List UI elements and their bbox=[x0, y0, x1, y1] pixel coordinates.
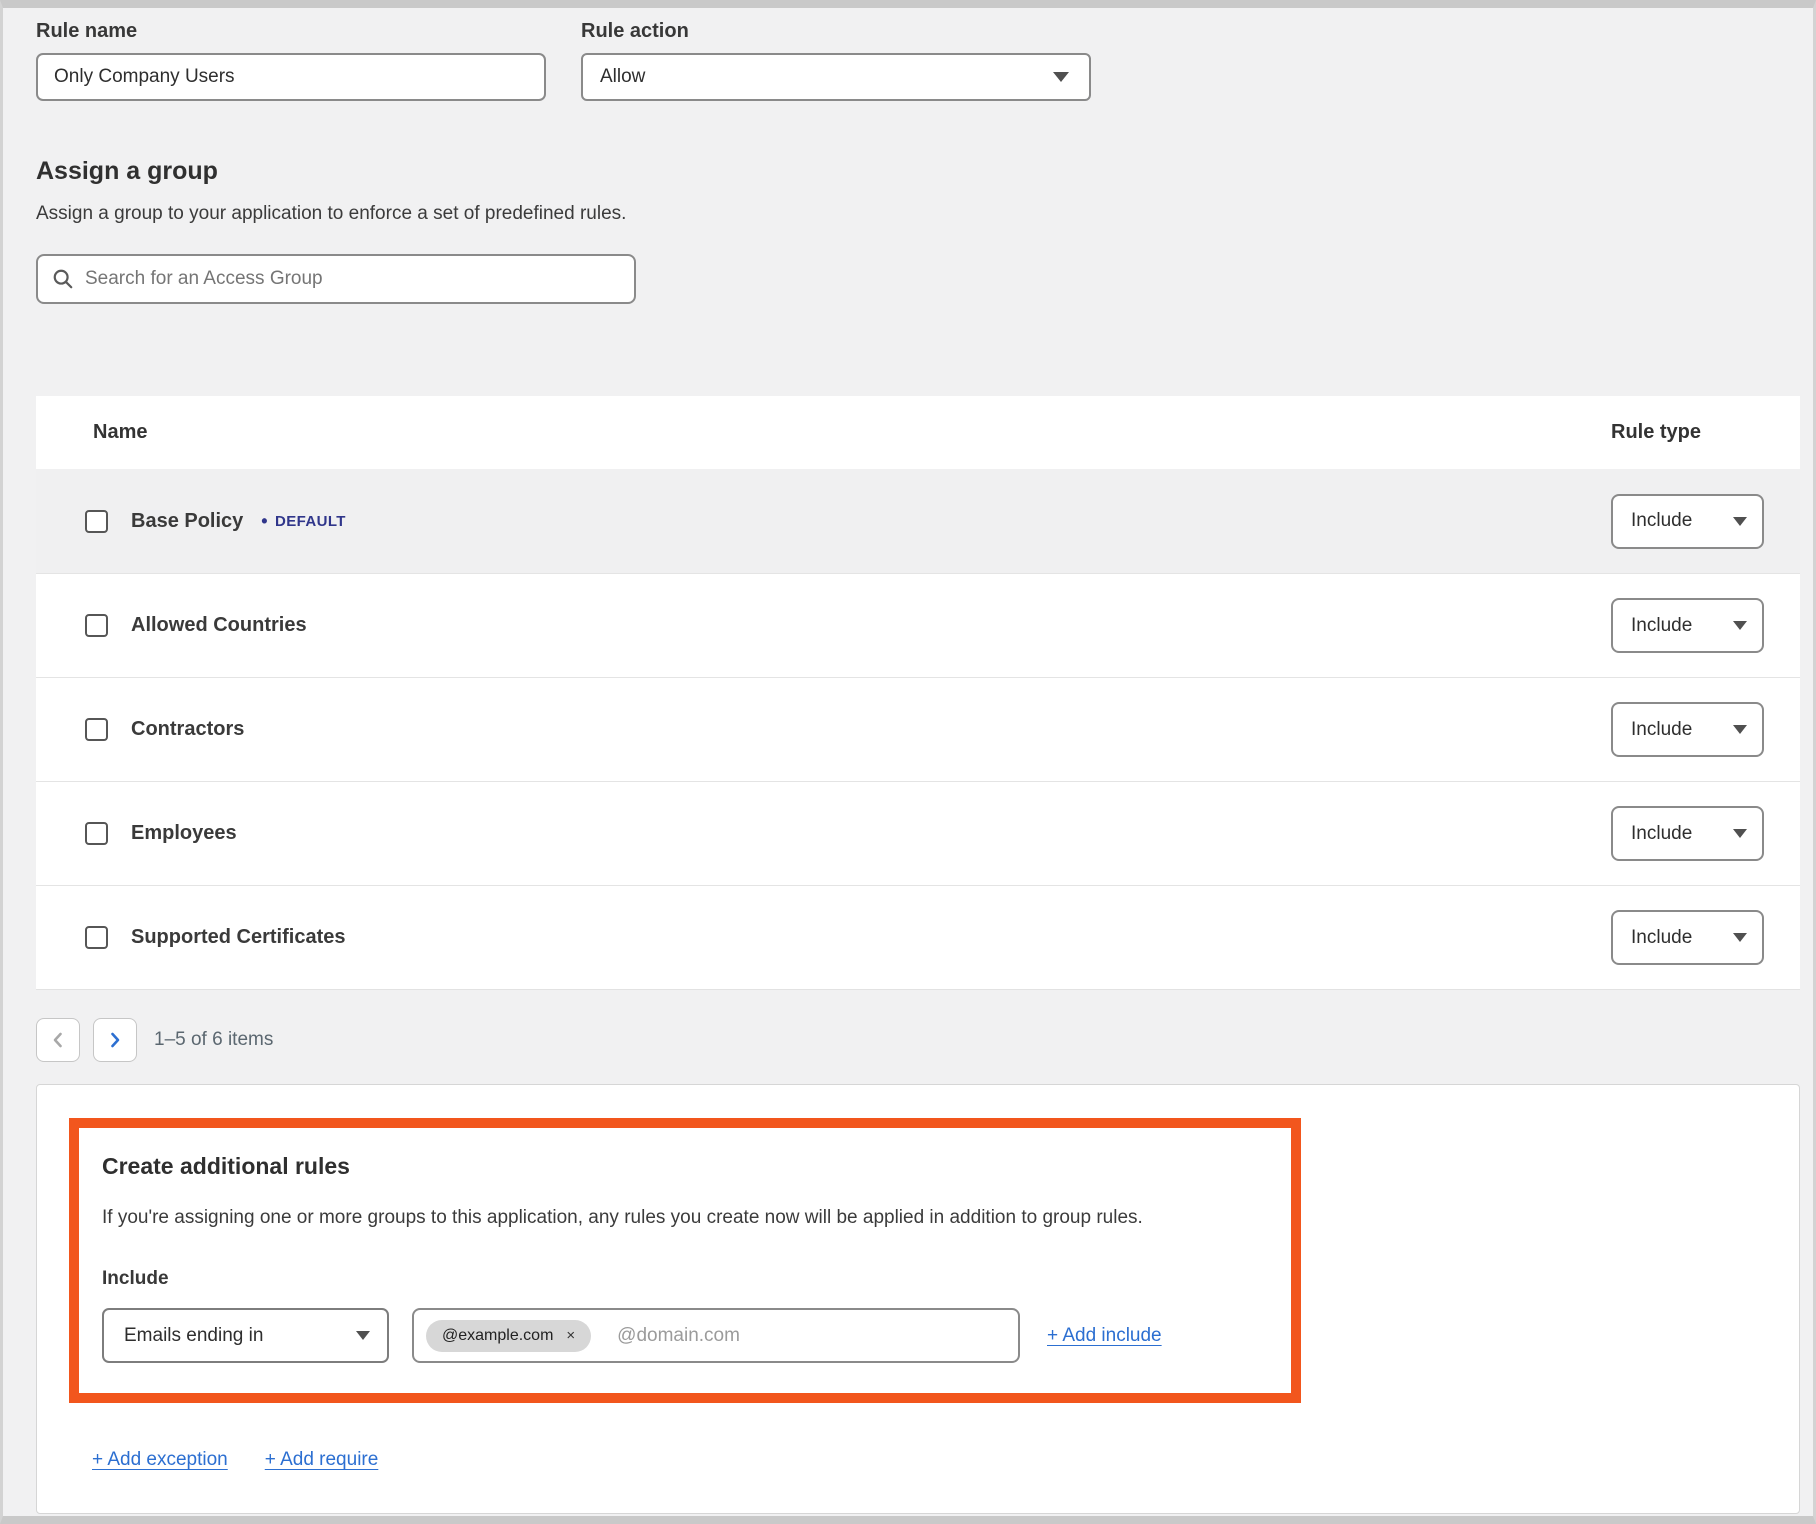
access-group-search[interactable] bbox=[36, 254, 636, 304]
rule-form-row: Rule name Rule action Allow bbox=[36, 20, 1800, 101]
chevron-down-icon bbox=[1053, 72, 1069, 82]
additional-rules-card: Create additional rules If you're assign… bbox=[36, 1084, 1800, 1514]
group-name: Supported Certificates bbox=[131, 926, 345, 949]
add-exception-link[interactable]: + Add exception bbox=[92, 1449, 228, 1471]
input-placeholder-text: @domain.com bbox=[617, 1325, 740, 1347]
row-checkbox[interactable] bbox=[85, 614, 108, 637]
rule-type-value: Include bbox=[1631, 927, 1692, 949]
row-checkbox[interactable] bbox=[85, 822, 108, 845]
page-content: Rule name Rule action Allow Assign a gro… bbox=[3, 8, 1813, 1514]
rule-type-dropdown[interactable]: Include bbox=[1611, 598, 1764, 653]
rule-type-value: Include bbox=[1631, 615, 1692, 637]
search-input[interactable] bbox=[85, 268, 620, 290]
rule-name-field: Rule name bbox=[36, 20, 546, 101]
group-name: Allowed Countries bbox=[131, 614, 307, 637]
tag-label: @example.com bbox=[442, 1327, 553, 1345]
group-name: Contractors bbox=[131, 718, 244, 741]
assign-group-description: Assign a group to your application to en… bbox=[36, 203, 1800, 225]
column-header-name: Name bbox=[93, 421, 1611, 444]
next-page-button[interactable] bbox=[93, 1018, 137, 1062]
additional-rules-heading: Create additional rules bbox=[102, 1153, 1271, 1180]
rule-action-dropdown[interactable]: Allow bbox=[581, 53, 1091, 101]
chevron-down-icon bbox=[356, 1331, 370, 1340]
rule-type-dropdown[interactable]: Include bbox=[1611, 910, 1764, 965]
table-row: Employees Include bbox=[36, 781, 1800, 885]
table-header: Name Rule type bbox=[36, 396, 1800, 469]
row-checkbox[interactable] bbox=[85, 926, 108, 949]
rule-type-dropdown[interactable]: Include bbox=[1611, 702, 1764, 757]
badge-dot: • bbox=[261, 512, 268, 530]
footer-links: + Add exception + Add require bbox=[92, 1449, 1759, 1471]
group-name: Employees bbox=[131, 822, 237, 845]
chevron-left-icon bbox=[51, 1031, 65, 1049]
pagination: 1–5 of 6 items bbox=[36, 1018, 1800, 1062]
add-include-link[interactable]: + Add include bbox=[1047, 1325, 1162, 1347]
rule-type-dropdown[interactable]: Include bbox=[1611, 806, 1764, 861]
additional-rules-description: If you're assigning one or more groups t… bbox=[102, 1207, 1271, 1229]
highlight-annotation-box: Create additional rules If you're assign… bbox=[69, 1118, 1301, 1403]
chevron-down-icon bbox=[1733, 621, 1747, 630]
badge-label: DEFAULT bbox=[275, 513, 346, 530]
chevron-down-icon bbox=[1733, 829, 1747, 838]
email-domain-input[interactable]: @example.com × @domain.com bbox=[412, 1308, 1020, 1363]
email-domain-tag: @example.com × bbox=[426, 1320, 591, 1352]
add-require-link[interactable]: + Add require bbox=[265, 1449, 379, 1471]
row-checkbox[interactable] bbox=[85, 510, 108, 533]
group-name: Base Policy bbox=[131, 510, 243, 533]
rule-type-dropdown[interactable]: Include bbox=[1611, 494, 1764, 549]
search-icon bbox=[52, 268, 74, 290]
rule-action-field: Rule action Allow bbox=[581, 20, 1091, 101]
rule-type-value: Include bbox=[1631, 719, 1692, 741]
chevron-down-icon bbox=[1733, 725, 1747, 734]
rule-selector-value: Emails ending in bbox=[124, 1325, 263, 1347]
default-badge: • DEFAULT bbox=[261, 512, 346, 530]
rule-name-label: Rule name bbox=[36, 20, 546, 43]
rule-selector-dropdown[interactable]: Emails ending in bbox=[102, 1308, 389, 1363]
column-header-rule-type: Rule type bbox=[1611, 421, 1782, 444]
access-groups-table: Name Rule type Base Policy • DEFAULT Inc… bbox=[36, 396, 1800, 990]
include-section-label: Include bbox=[102, 1268, 1271, 1290]
table-row: Allowed Countries Include bbox=[36, 573, 1800, 677]
rule-action-label: Rule action bbox=[581, 20, 1091, 43]
row-checkbox[interactable] bbox=[85, 718, 108, 741]
chevron-down-icon bbox=[1733, 517, 1747, 526]
table-row: Base Policy • DEFAULT Include bbox=[36, 469, 1800, 573]
assign-group-heading: Assign a group bbox=[36, 157, 1800, 186]
rule-action-value: Allow bbox=[600, 66, 645, 88]
page-frame: Rule name Rule action Allow Assign a gro… bbox=[0, 0, 1816, 1524]
table-row: Contractors Include bbox=[36, 677, 1800, 781]
rule-type-value: Include bbox=[1631, 823, 1692, 845]
rule-name-input[interactable] bbox=[36, 53, 546, 101]
pagination-summary: 1–5 of 6 items bbox=[154, 1029, 273, 1051]
table-row: Supported Certificates Include bbox=[36, 885, 1800, 989]
chevron-down-icon bbox=[1733, 933, 1747, 942]
remove-tag-icon[interactable]: × bbox=[566, 1327, 575, 1344]
chevron-right-icon bbox=[108, 1031, 122, 1049]
previous-page-button[interactable] bbox=[36, 1018, 80, 1062]
rule-type-value: Include bbox=[1631, 510, 1692, 532]
include-rule-row: Emails ending in @example.com × @domain.… bbox=[102, 1308, 1271, 1363]
